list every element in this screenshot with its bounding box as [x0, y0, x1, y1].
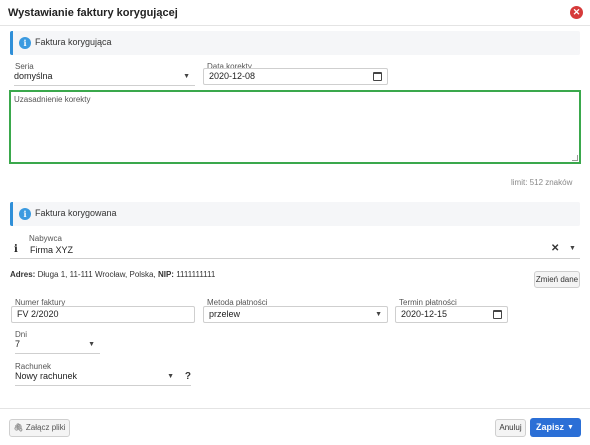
dni-select[interactable]: 7 ▼ [15, 337, 100, 354]
termin-platnosci-value: 2020-12-15 [401, 309, 448, 319]
help-icon[interactable]: ? [185, 369, 191, 384]
dialog-footer: 🖇 Załącz pliki Anuluj Zapisz ▼ [0, 408, 590, 445]
nabywca-value: Firma XYZ [30, 245, 74, 255]
data-korekty-input[interactable]: 2020-12-08 [203, 68, 388, 85]
nabywca-select[interactable]: i Firma XYZ ✕ ▼ [10, 241, 580, 259]
attach-files-label: Załącz pliki [25, 423, 66, 432]
clear-icon[interactable]: ✕ [551, 243, 559, 254]
seria-select[interactable]: domyślna ▼ [14, 69, 195, 86]
calendar-icon[interactable] [493, 310, 502, 319]
chevron-down-icon[interactable]: ▼ [567, 418, 574, 437]
chevron-down-icon[interactable]: ▼ [569, 245, 576, 252]
uzasadnienie-placeholder: Uzasadnienie korekty [14, 95, 91, 104]
seria-value: domyślna [14, 71, 53, 81]
metoda-platnosci-value: przelew [209, 309, 241, 319]
section-correction-title: Faktura korygująca [35, 37, 112, 47]
data-korekty-value: 2020-12-08 [209, 71, 256, 81]
calendar-icon[interactable] [373, 72, 382, 81]
rachunek-select[interactable]: Nowy rachunek ▼ ? [15, 369, 191, 386]
numer-faktury-value: FV 2/2020 [17, 309, 59, 319]
chevron-down-icon: ▼ [375, 311, 382, 318]
nip-value: 1111111111 [176, 270, 216, 279]
save-button[interactable]: Zapisz ▼ [530, 418, 581, 437]
dni-value: 7 [15, 339, 21, 349]
info-icon[interactable]: i [14, 244, 18, 255]
save-label: Zapisz [536, 422, 565, 432]
address-label: Adres: [10, 270, 36, 279]
section-correction-header: i Faktura korygująca [10, 31, 580, 55]
uzasadnienie-textarea[interactable]: Uzasadnienie korekty [9, 90, 581, 164]
chevron-down-icon: ▼ [167, 373, 174, 380]
cancel-button[interactable]: Anuluj [495, 419, 526, 437]
address-value: Długa 1, 11-111 Wrocław, Polska, [37, 270, 156, 279]
rachunek-value: Nowy rachunek [15, 371, 78, 381]
dialog-title: Wystawianie faktury korygującej [8, 7, 178, 19]
chevron-down-icon: ▼ [88, 341, 95, 348]
char-limit-text: limit: 512 znaków [511, 178, 573, 187]
nip-label: NIP: [157, 270, 174, 279]
address-line: Adres: Długa 1, 11-111 Wrocław, Polska, … [10, 270, 215, 279]
dialog-header: Wystawianie faktury korygującej ✕ [0, 0, 590, 26]
metoda-platnosci-select[interactable]: przelew ▼ [203, 306, 388, 323]
resize-handle[interactable] [572, 155, 578, 161]
attach-files-button[interactable]: 🖇 Załącz pliki [9, 419, 70, 437]
close-icon[interactable]: ✕ [570, 6, 583, 19]
info-icon: i [19, 208, 31, 220]
paperclip-icon: 🖇 [13, 423, 24, 432]
section-corrected-header: i Faktura korygowana [10, 202, 580, 226]
section-corrected-title: Faktura korygowana [35, 208, 117, 218]
chevron-down-icon: ▼ [183, 73, 190, 80]
numer-faktury-input[interactable]: FV 2/2020 [11, 306, 195, 323]
info-icon: i [19, 37, 31, 49]
zmien-dane-button[interactable]: Zmień dane [534, 271, 580, 288]
termin-platnosci-input[interactable]: 2020-12-15 [395, 306, 508, 323]
